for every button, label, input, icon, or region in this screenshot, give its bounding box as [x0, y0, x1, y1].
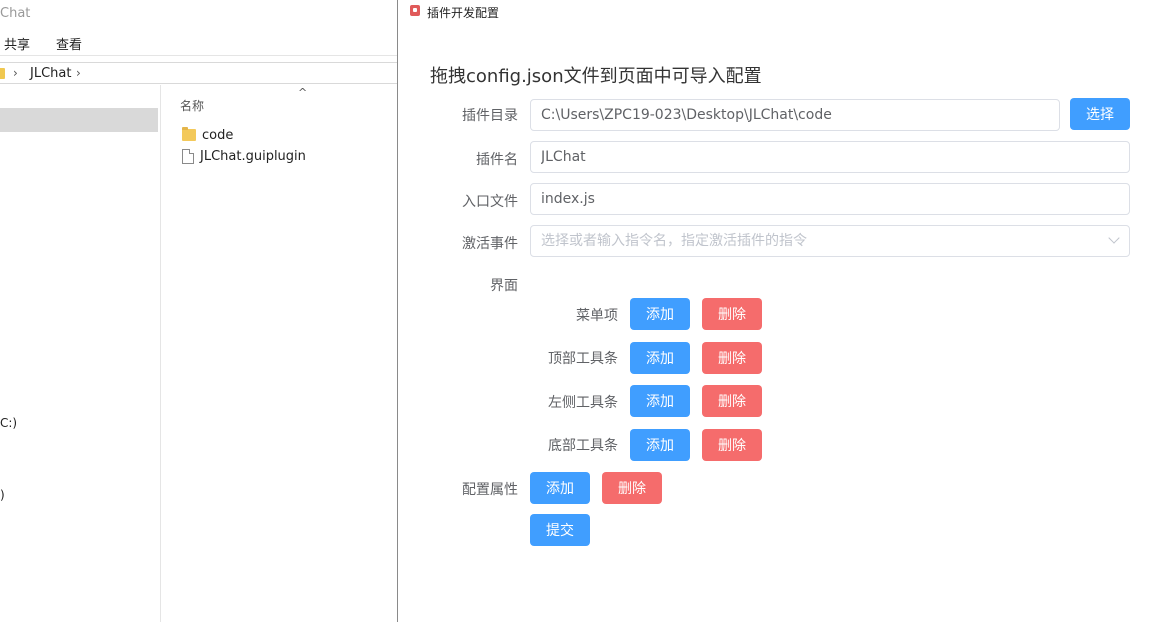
file-explorer-window: Chat 共享 查看 › JLChat › C:) ) ^ 名称 code JL…	[0, 0, 398, 622]
file-row[interactable]: JLChat.guiplugin	[182, 146, 306, 166]
config-add-button[interactable]: 添加	[530, 472, 590, 504]
top-toolbar-label: 顶部工具条	[548, 351, 618, 367]
top-toolbar-add-button[interactable]: 添加	[630, 342, 690, 374]
navigation-pane: C:) )	[0, 85, 161, 622]
chevron-right-icon[interactable]: ›	[76, 66, 81, 80]
column-header-name[interactable]: 名称	[180, 97, 204, 114]
menu-item-label: 菜单项	[576, 308, 618, 324]
bottom-toolbar-add-button[interactable]: 添加	[630, 429, 690, 461]
ribbon-tab-share[interactable]: 共享	[4, 34, 30, 53]
bottom-toolbar-delete-button[interactable]: 删除	[702, 429, 762, 461]
menu-item-delete-button[interactable]: 删除	[702, 298, 762, 330]
config-props-label: 配置属性	[462, 482, 518, 498]
app-logo-icon	[410, 5, 420, 16]
config-delete-button[interactable]: 删除	[602, 472, 662, 504]
plugin-dir-label: 插件目录	[462, 108, 518, 124]
activation-event-input[interactable]	[530, 225, 1130, 257]
dialog-titlebar[interactable]: 插件开发配置	[398, 0, 1163, 24]
ui-section-label: 界面	[490, 278, 518, 294]
entry-file-input[interactable]	[530, 183, 1130, 215]
plugin-config-dialog: 插件开发配置 拖拽config.json文件到页面中可导入配置 插件目录 选择 …	[397, 0, 1163, 622]
folder-icon	[182, 127, 196, 141]
nav-item-fragment[interactable]: )	[0, 488, 5, 502]
left-toolbar-delete-button[interactable]: 删除	[702, 385, 762, 417]
breadcrumb-jlchat[interactable]: JLChat	[30, 66, 71, 81]
file-row[interactable]: code	[182, 125, 233, 145]
address-bar[interactable]: › JLChat ›	[0, 62, 398, 84]
submit-button[interactable]: 提交	[530, 514, 590, 546]
choose-dir-button[interactable]: 选择	[1070, 98, 1130, 130]
sort-up-icon: ^	[298, 86, 308, 99]
explorer-title: Chat	[0, 6, 31, 21]
plugin-name-input[interactable]	[530, 141, 1130, 173]
bottom-toolbar-label: 底部工具条	[548, 438, 618, 454]
plugin-dir-input[interactable]	[530, 99, 1060, 131]
chevron-right-icon: ›	[13, 66, 18, 80]
file-name: code	[202, 127, 234, 143]
ribbon-tab-view[interactable]: 查看	[56, 34, 82, 53]
menu-item-add-button[interactable]: 添加	[630, 298, 690, 330]
nav-selected-item[interactable]	[0, 108, 158, 132]
entry-file-label: 入口文件	[462, 194, 518, 210]
activation-event-label: 激活事件	[462, 236, 518, 252]
left-toolbar-label: 左侧工具条	[548, 395, 618, 411]
left-toolbar-add-button[interactable]: 添加	[630, 385, 690, 417]
explorer-ribbon: 共享 查看	[0, 28, 398, 56]
dialog-title: 插件开发配置	[427, 6, 500, 20]
plugin-name-label: 插件名	[476, 152, 518, 168]
file-icon	[182, 148, 194, 164]
folder-icon	[0, 68, 5, 79]
activation-event-select[interactable]	[530, 225, 1130, 257]
nav-drive-fragment[interactable]: C:)	[0, 416, 17, 430]
file-name: JLChat.guiplugin	[200, 148, 306, 164]
drop-hint-heading: 拖拽config.json文件到页面中可导入配置	[430, 66, 762, 87]
top-toolbar-delete-button[interactable]: 删除	[702, 342, 762, 374]
